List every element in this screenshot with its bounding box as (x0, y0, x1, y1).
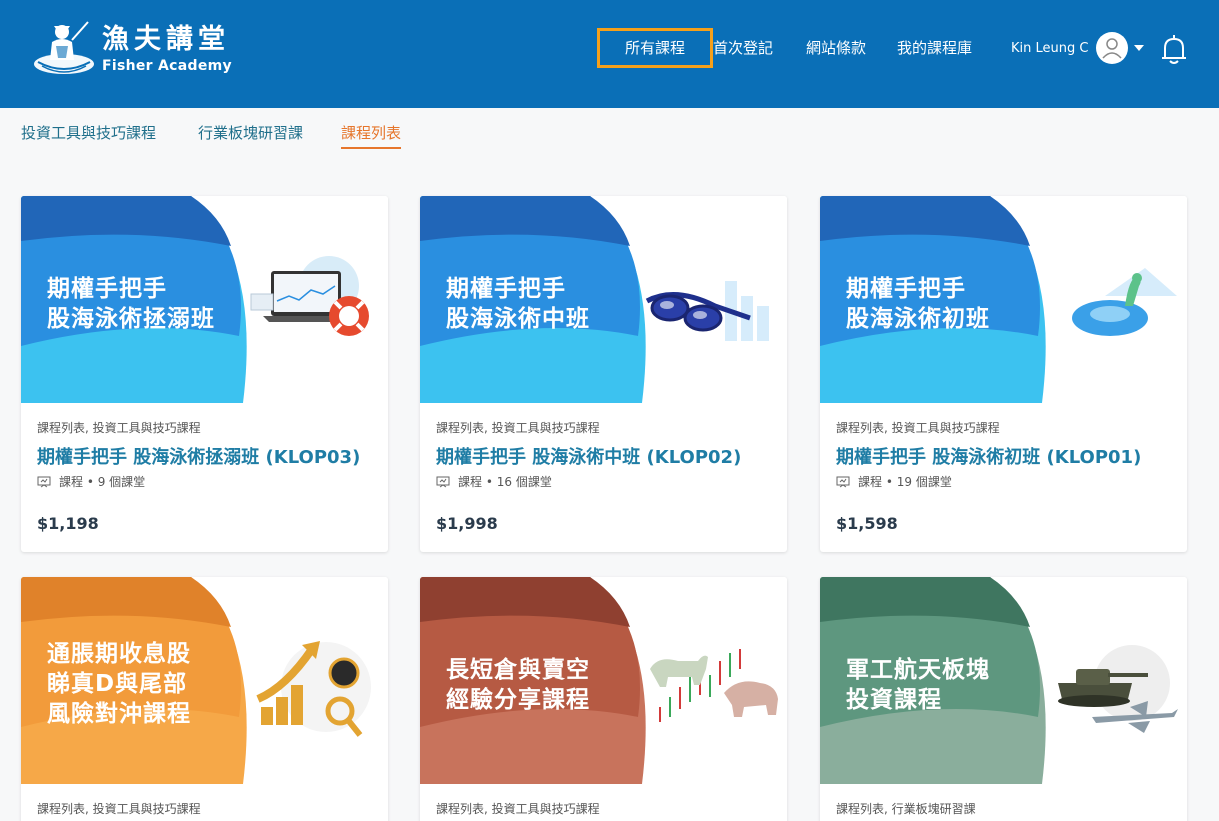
brand-logo[interactable]: 漁夫講堂 Fisher Academy (32, 18, 232, 80)
course-categories: 課程列表, 投資工具與技巧課程 (836, 421, 1000, 435)
course-price: $1,198 (37, 514, 99, 533)
category-subnav: 投資工具與技巧課程 行業板塊研習課 課程列表 (0, 108, 1219, 158)
nav-first-registration[interactable]: 首次登記 (713, 28, 773, 68)
banner-title: 期權手把手 股海泳術初班 (846, 276, 990, 332)
course-categories: 課程列表, 投資工具與技巧課程 (436, 421, 600, 435)
course-meta: 課程 • 19 個課堂 (836, 474, 1171, 490)
user-menu[interactable]: Kin Leung C (1011, 31, 1145, 65)
course-categories: 課程列表, 投資工具與技巧課程 (436, 802, 600, 816)
course-meta: 課程 • 9 個課堂 (37, 474, 372, 490)
banner-title: 通脹期收息股 睇真D與尾部 風險對沖課程 (47, 641, 191, 727)
swim-goggles-icon (645, 281, 769, 341)
course-meta: 課程 • 16 個課堂 (436, 474, 771, 490)
banner-title: 長短倉與賣空 經驗分享課程 (446, 657, 590, 713)
course-banner: 長短倉與賣空 經驗分享課程 (420, 577, 787, 784)
top-header: 漁夫講堂 Fisher Academy 所有課程 首次登記 網站條款 我的課程庫… (0, 0, 1219, 108)
user-name: Kin Leung C (1011, 40, 1089, 56)
course-board-icon (436, 476, 450, 488)
subnav-investment-tools[interactable]: 投資工具與技巧課程 (21, 122, 156, 147)
fisherman-logo-icon (34, 21, 94, 74)
user-avatar-icon (1102, 38, 1123, 59)
swim-ring-icon (1072, 268, 1177, 336)
subnav-sector-study[interactable]: 行業板塊研習課 (198, 122, 303, 147)
course-banner: 期權手把手 股海泳術拯溺班 (21, 196, 388, 403)
course-card[interactable]: 軍工航天板塊 投資課程 課程列表, 行業板塊研習課 (820, 577, 1187, 821)
bull-bear-icon (650, 649, 778, 722)
course-categories: 課程列表, 投資工具與技巧課程 (37, 802, 201, 816)
course-title[interactable]: 期權手把手 股海泳術初班 (KLOP01) (836, 446, 1171, 470)
course-card[interactable]: 期權手把手 股海泳術拯溺班 課程列表, 投資工具與技巧課程 期權手把手 股海泳術… (21, 196, 388, 552)
avatar (1096, 32, 1129, 64)
subnav-course-list[interactable]: 課程列表 (341, 122, 402, 149)
brand-name-en: Fisher Academy (102, 58, 232, 74)
course-price: $1,998 (436, 514, 498, 533)
chevron-down-icon (1134, 45, 1145, 51)
course-board-icon (37, 476, 51, 488)
course-card[interactable]: 長短倉與賣空 經驗分享課程 課程列表, 投資工具與技巧課程 (420, 577, 787, 821)
nav-all-courses[interactable]: 所有課程 (597, 28, 713, 68)
course-banner: 期權手把手 股海泳術初班 (820, 196, 1187, 403)
course-card[interactable]: 通脹期收息股 睇真D與尾部 風險對沖課程 課程列表, 投資工具與技巧課程 (21, 577, 388, 821)
nav-my-library[interactable]: 我的課程庫 (897, 28, 972, 68)
course-price: $1,598 (836, 514, 898, 533)
growth-chart-magnifier-icon (256, 641, 371, 737)
nav-site-terms[interactable]: 網站條款 (806, 28, 866, 68)
tank-jet-icon (1058, 645, 1178, 733)
laptop-lifebuoy-icon (250, 256, 369, 336)
course-categories: 課程列表, 投資工具與技巧課程 (37, 421, 201, 435)
course-title[interactable]: 期權手把手 股海泳術中班 (KLOP02) (436, 446, 771, 470)
course-banner: 軍工航天板塊 投資課程 (820, 577, 1187, 784)
banner-title: 期權手把手 股海泳術中班 (446, 276, 590, 332)
course-board-icon (836, 476, 850, 488)
course-card[interactable]: 期權手把手 股海泳術中班 課程列表, 投資工具與技巧課程 期權手把手 股海泳術中… (420, 196, 787, 552)
banner-title: 期權手把手 股海泳術拯溺班 (47, 276, 215, 332)
course-banner: 期權手把手 股海泳術中班 (420, 196, 787, 403)
course-title[interactable]: 期權手把手 股海泳術拯溺班 (KLOP03) (37, 446, 372, 470)
course-card[interactable]: 期權手把手 股海泳術初班 課程列表, 投資工具與技巧課程 期權手把手 股海泳術初… (820, 196, 1187, 552)
notification-bell-icon[interactable] (1160, 32, 1188, 66)
banner-title: 軍工航天板塊 投資課程 (846, 657, 990, 713)
course-categories: 課程列表, 行業板塊研習課 (836, 802, 976, 816)
brand-name-cn: 漁夫講堂 (102, 24, 230, 55)
course-banner: 通脹期收息股 睇真D與尾部 風險對沖課程 (21, 577, 388, 784)
